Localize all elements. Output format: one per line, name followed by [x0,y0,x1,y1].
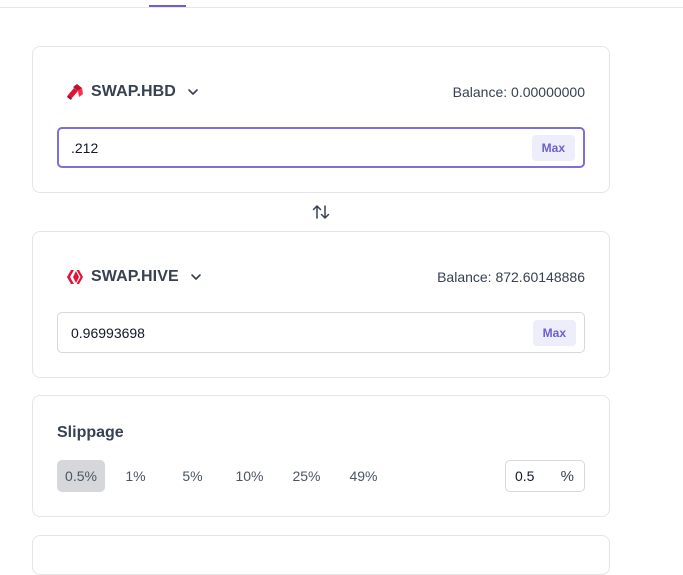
chevron-down-icon [190,274,201,280]
slippage-option[interactable]: 49% [337,460,390,492]
next-card [32,535,610,575]
from-max-button[interactable]: Max [531,134,575,161]
chevron-down-icon [188,89,198,95]
hive-token-icon [67,270,83,284]
top-divider [0,7,683,8]
to-amount-field: Max [57,312,585,353]
custom-slippage-field: % [505,460,585,492]
hbd-token-icon [67,84,83,100]
slippage-card: Slippage 0.5% 1% 5% 10% 25% 49% % [32,395,610,517]
to-max-button[interactable]: Max [532,319,576,346]
custom-slippage-input[interactable] [515,468,555,484]
to-token-name: SWAP.HIVE [91,268,179,285]
swap-direction-icon[interactable] [310,201,332,223]
slippage-options: 0.5% 1% 5% 10% 25% 49% [57,460,390,492]
from-token-row: SWAP.HBD Balance: 0.00000000 [65,81,585,103]
from-balance: Balance: 0.00000000 [452,84,585,100]
to-token-card: SWAP.HIVE Balance: 872.60148886 Max [32,231,610,378]
active-tab-indicator [149,5,186,7]
slippage-option[interactable]: 5% [166,460,219,492]
to-token-selector[interactable]: SWAP.HIVE [65,267,203,287]
from-token-card: SWAP.HBD Balance: 0.00000000 Max [32,46,610,193]
from-token-name: SWAP.HBD [91,83,176,100]
slippage-option[interactable]: 25% [280,460,333,492]
percent-unit: % [560,467,574,485]
slippage-option[interactable]: 1% [109,460,162,492]
from-amount-field: Max [57,127,585,168]
from-amount-input[interactable] [71,139,532,156]
from-token-selector[interactable]: SWAP.HBD [65,82,200,102]
slippage-option[interactable]: 10% [223,460,276,492]
to-amount-input[interactable] [71,324,533,341]
slippage-title: Slippage [57,424,124,441]
to-balance: Balance: 872.60148886 [437,269,585,285]
slippage-option[interactable]: 0.5% [57,460,105,492]
to-token-row: SWAP.HIVE Balance: 872.60148886 [65,266,585,288]
